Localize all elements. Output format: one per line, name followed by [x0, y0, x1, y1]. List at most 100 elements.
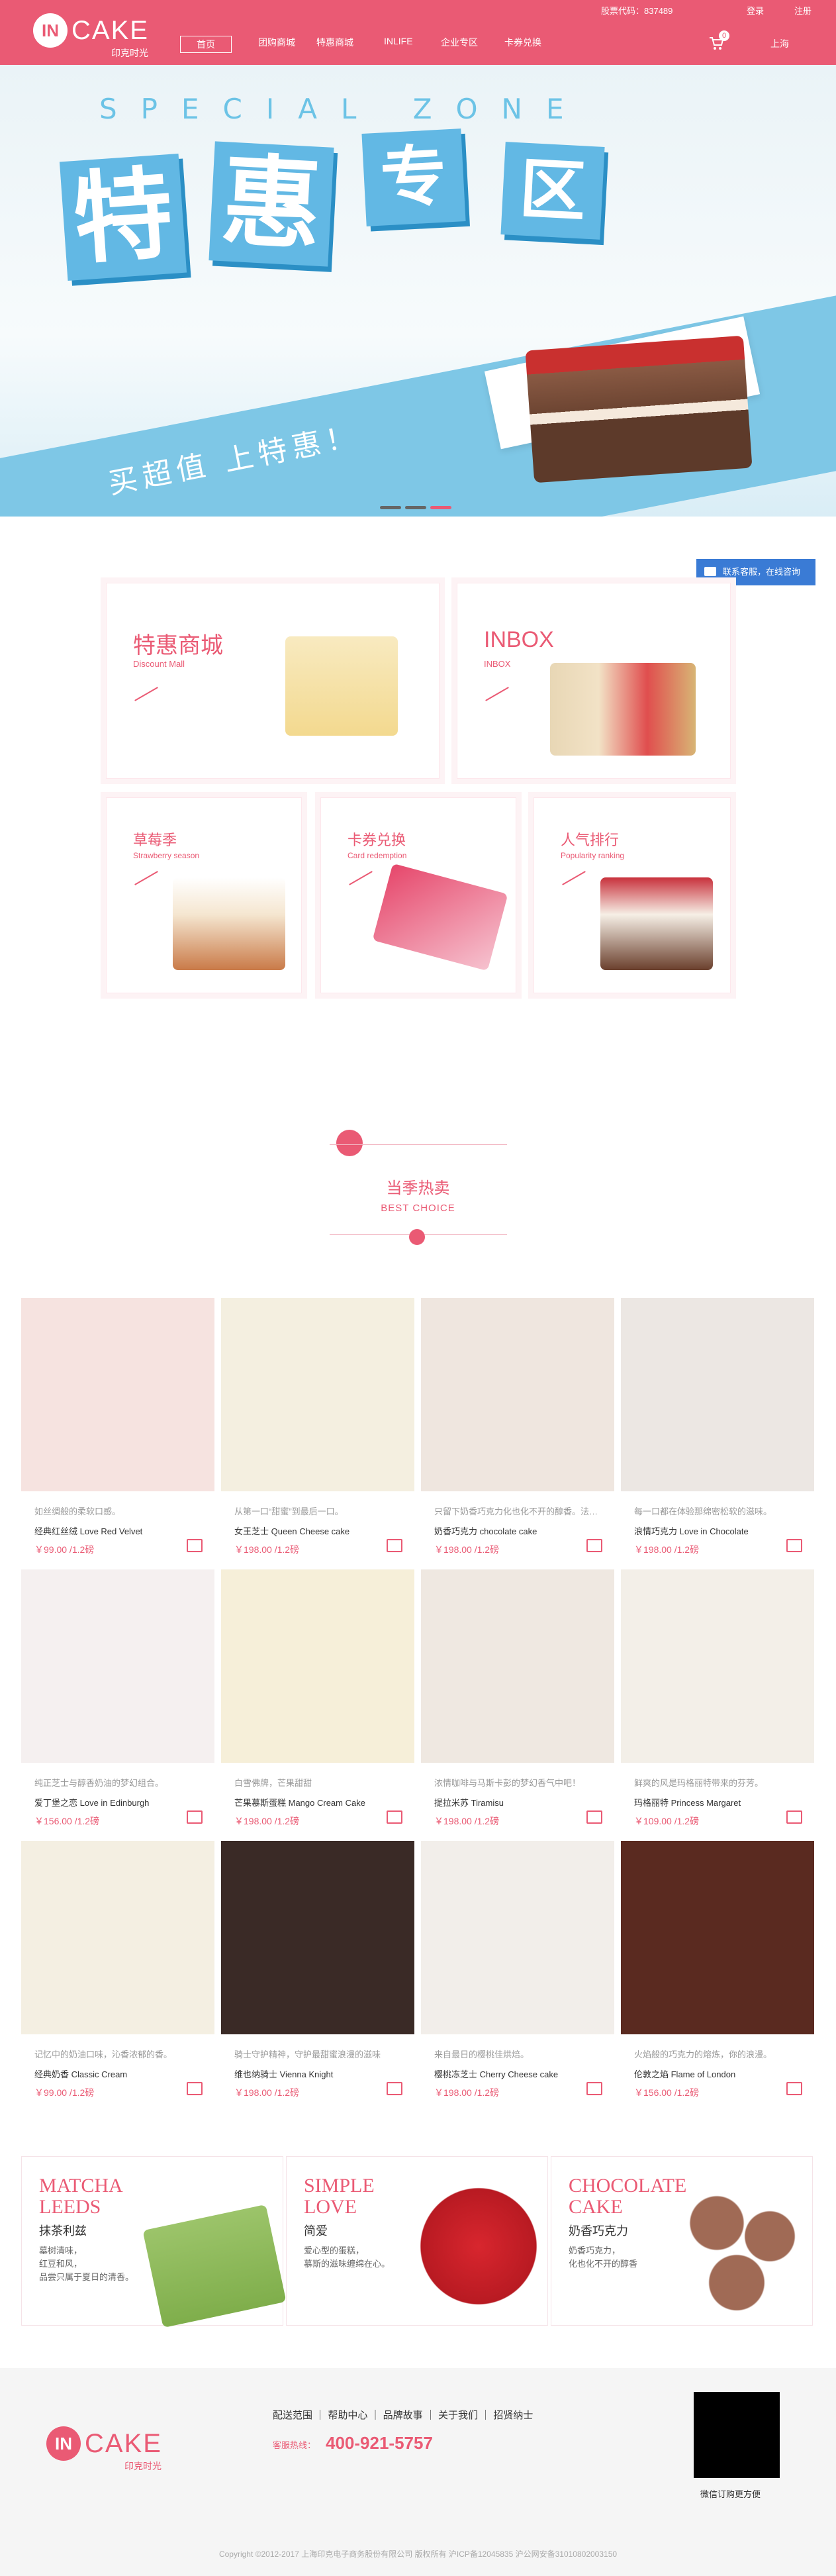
nav-group-buy[interactable]: 团购商城 [258, 36, 295, 49]
product-card[interactable]: 鲜爽的风是玛格丽特带来的芬芳。 玛格丽特 Princess Margaret ￥10… [621, 1569, 814, 1828]
add-to-cart-icon[interactable] [786, 1539, 802, 1552]
product-image[interactable] [221, 1298, 414, 1491]
site-logo[interactable]: IN CAKE 印克时光 [33, 13, 152, 58]
product-desc: 骑士守护精神，守护最甜蜜浪漫的滋味 [234, 2050, 381, 2059]
promo-strawberry[interactable]: 草莓季 Strawberry season [106, 797, 302, 993]
product-price: ￥198.00 /1.2磅 [234, 1816, 300, 1826]
nav-card-redeem[interactable]: 卡券兑换 [504, 36, 541, 49]
add-to-cart-icon[interactable] [586, 2082, 602, 2095]
product-image[interactable] [421, 1298, 614, 1491]
hero-banner[interactable]: SPECIAL ZONE 特 惠 专 区 买超值 上特惠！ [0, 65, 836, 517]
promo-card-redeem[interactable]: 卡券兑换 Card redemption [320, 797, 516, 993]
hero-char-tile: 区 [500, 142, 605, 240]
add-to-cart-icon[interactable] [187, 2082, 203, 2095]
product-card[interactable]: 如丝绸般的柔软口感。 经典红丝绒 Love Red Velvet ￥99.00 /1… [21, 1298, 214, 1556]
footer-logo[interactable]: IN CAKE 印克时光 [46, 2426, 165, 2471]
product-name[interactable]: 芒果慕斯蛋糕 Mango Cream Cake [234, 1796, 365, 1808]
feature-cn-title: 抹茶利兹 [39, 2224, 87, 2238]
product-image[interactable] [21, 1569, 214, 1763]
logo-badge: IN [33, 13, 68, 48]
city-selector[interactable]: 上海 [770, 37, 789, 50]
carousel-dot-active[interactable] [430, 506, 451, 509]
add-to-cart-icon[interactable] [586, 1810, 602, 1824]
hero-special-zone: SPECIAL ZONE [99, 93, 588, 125]
product-card[interactable]: 纯正芝士与醇香奶油的梦幻组合。 爱丁堡之恋 Love in Edinburgh ￥1… [21, 1569, 214, 1828]
login-link[interactable]: 登录 [747, 4, 764, 17]
product-name[interactable]: 经典奶香 Classic Cream [34, 2067, 127, 2080]
product-image[interactable] [221, 1569, 414, 1763]
add-to-cart-icon[interactable] [786, 2082, 802, 2095]
product-name[interactable]: 浪情巧克力 Love in Chocolate [634, 1524, 749, 1537]
product-name[interactable]: 奶香巧克力 chocolate cake [434, 1524, 537, 1537]
product-image[interactable] [21, 1298, 214, 1491]
product-price: ￥198.00 /1.2磅 [234, 2087, 300, 2098]
product-image[interactable] [621, 1298, 814, 1491]
add-to-cart-icon[interactable] [586, 1539, 602, 1552]
feature-simple-love[interactable]: SIMPLE LOVE 简爱 爱心型的蛋糕， 慕斯的滋味缠绵在心。 [286, 2156, 548, 2326]
add-to-cart-icon[interactable] [786, 1810, 802, 1824]
nav-home[interactable]: 首页 [180, 36, 232, 53]
product-card[interactable]: 只留下奶香巧克力化也化不开的醇香。法… 奶香巧克力 chocolate cake ￥… [421, 1298, 614, 1556]
product-image[interactable] [421, 1841, 614, 2034]
promo-popularity[interactable]: 人气排行 Popularity ranking [534, 797, 731, 993]
promo-line [134, 871, 158, 885]
carousel-dot[interactable] [405, 506, 426, 509]
add-to-cart-icon[interactable] [387, 2082, 402, 2095]
product-name[interactable]: 伦敦之焰 Flame of London [634, 2067, 735, 2080]
nav-enterprise[interactable]: 企业专区 [441, 36, 478, 49]
product-image[interactable] [621, 1841, 814, 2034]
add-to-cart-icon[interactable] [387, 1810, 402, 1824]
product-price: ￥198.00 /1.2磅 [434, 2087, 500, 2098]
product-name[interactable]: 樱桃冻芝士 Cherry Cheese cake [434, 2067, 558, 2080]
nav-discount-mall[interactable]: 特惠商城 [316, 36, 353, 49]
product-image[interactable] [621, 1569, 814, 1763]
promo-subtitle: Popularity ranking [561, 851, 625, 860]
cart-icon[interactable]: 0 [708, 30, 729, 50]
footer-links[interactable]: 配送范围 ｜ 帮助中心 ｜ 品牌故事 ｜ 关于我们 ｜ 招贤纳士 [273, 2408, 533, 2422]
product-name[interactable]: 爱丁堡之恋 Love in Edinburgh [34, 1796, 149, 1808]
product-card[interactable]: 记忆中的奶油口味，沁香浓郁的香。 经典奶香 Classic Cream ￥99.00… [21, 1841, 214, 2099]
promo-title: 人气排行 [561, 832, 620, 848]
feature-en-title: SIMPLE LOVE [304, 2175, 375, 2218]
nav-inlife[interactable]: INLIFE [384, 36, 413, 46]
product-name[interactable]: 提拉米苏 Tiramisu [434, 1796, 504, 1808]
product-price: ￥99.00 /1.2磅 [34, 2087, 95, 2098]
product-image[interactable] [221, 1841, 414, 2034]
carousel-dots[interactable] [380, 501, 455, 513]
feature-matcha[interactable]: MATCHA LEEDS 抹茶利兹 墓树清味， 红豆和风， 品尝只属于夏日的清香。 [21, 2156, 287, 2328]
feature-en-title: CHOCOLATE CAKE [569, 2175, 687, 2218]
add-to-cart-icon[interactable] [187, 1810, 203, 1824]
add-to-cart-icon[interactable] [187, 1539, 203, 1552]
product-card[interactable]: 从第一口“甜蜜”到最后一口。 女王芝士 Queen Cheese cake ￥198… [221, 1298, 414, 1556]
product-card[interactable]: 白雪佛牌，芒果甜甜 芒果慕斯蛋糕 Mango Cream Cake ￥198.00 … [221, 1569, 414, 1828]
customer-service-button[interactable]: 联系客服，在线咨询 [696, 559, 815, 585]
add-to-cart-icon[interactable] [387, 1539, 402, 1552]
promo-inbox[interactable]: INBOX INBOX [457, 583, 731, 779]
product-name[interactable]: 女王芝士 Queen Cheese cake [234, 1524, 349, 1537]
product-image[interactable] [21, 1841, 214, 2034]
feature-desc: 爱心型的蛋糕， 慕斯的滋味缠绵在心。 [304, 2246, 391, 2269]
product-name[interactable]: 玛格丽特 Princess Margaret [634, 1796, 741, 1808]
product-name[interactable]: 维也纳骑士 Vienna Knight [234, 2067, 333, 2080]
feature-cn-title: 奶香巧克力 [569, 2224, 628, 2238]
hotline-number[interactable]: 400-921-5757 [326, 2433, 433, 2453]
product-card[interactable]: 骑士守护精神，守护最甜蜜浪漫的滋味维也纳骑士 Vienna Knight ￥198… [221, 1841, 414, 2099]
product-card[interactable]: 每一口都在体验那绵密松软的滋味。 浪情巧克力 Love in Chocolate ￥… [621, 1298, 814, 1556]
product-card[interactable]: 火焰般的巧克力的熔炼，你的浪漫。 伦敦之焰 Flame of London ￥156… [621, 1841, 814, 2099]
promo-subtitle: INBOX [484, 659, 511, 669]
register-link[interactable]: 注册 [794, 4, 812, 17]
product-card[interactable]: 浓情咖啡与马斯卡彭的梦幻香气中吧！ 提拉米苏 Tiramisu ￥198.00 /1… [421, 1569, 614, 1828]
carousel-dot[interactable] [380, 506, 401, 509]
promo-discount-mall[interactable]: 特惠商城 Discount Mall [106, 583, 440, 779]
feature-chocolate[interactable]: CHOCOLATE CAKE 奶香巧克力 奶香巧克力， 化也化不开的醇香 [551, 2156, 813, 2326]
logo-subtitle: 印克时光 [111, 48, 148, 58]
product-price: ￥156.00 /1.2磅 [634, 2087, 700, 2098]
customer-service-label: 联系客服，在线咨询 [723, 567, 801, 577]
product-card[interactable]: 来自最日的樱桃佳烘焙。 樱桃冻芝士 Cherry Cheese cake ￥198.… [421, 1841, 614, 2099]
promo-title: 特惠商城 [133, 633, 223, 658]
heading-dot [409, 1229, 425, 1245]
promo-line [485, 687, 509, 701]
product-desc: 纯正芝士与醇香奶油的梦幻组合。 [34, 1778, 164, 1788]
product-name[interactable]: 经典红丝绒 Love Red Velvet [34, 1524, 142, 1537]
product-image[interactable] [421, 1569, 614, 1763]
